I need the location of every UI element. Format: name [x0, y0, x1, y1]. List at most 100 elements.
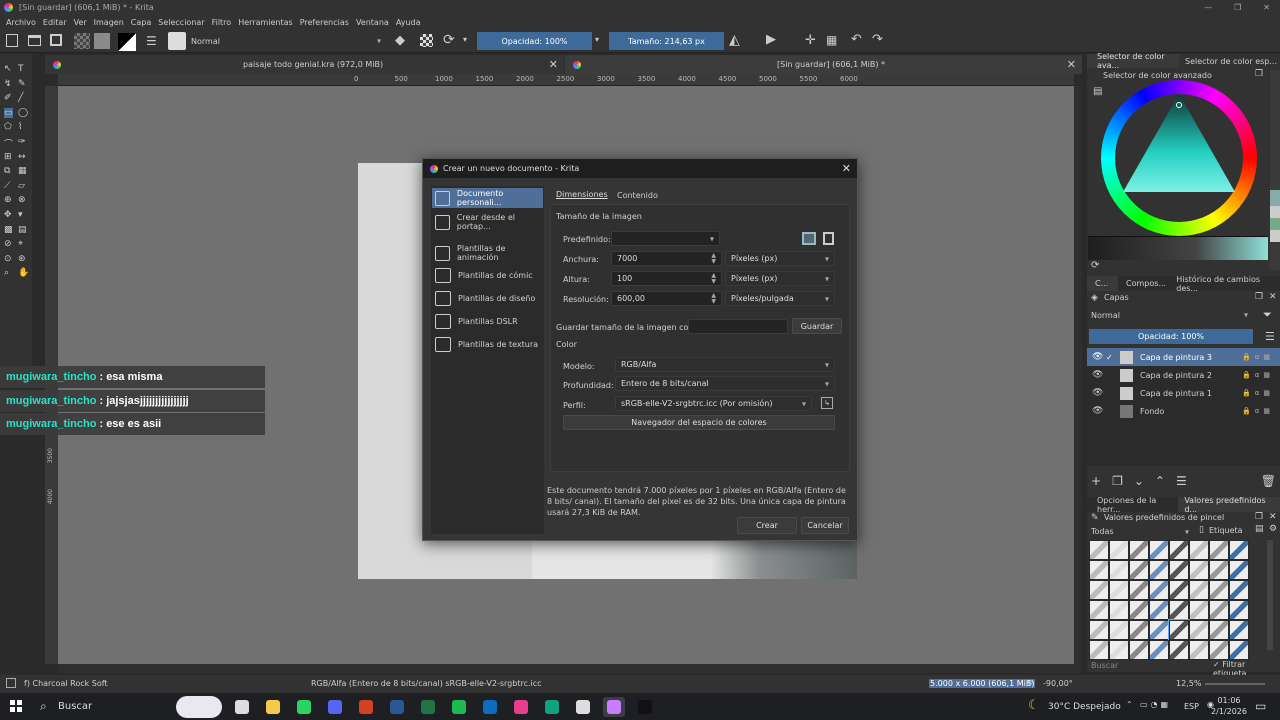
brush-preset-icon[interactable] [1129, 620, 1149, 640]
visibility-icon[interactable]: 👁 [1092, 406, 1106, 416]
undo-icon[interactable]: ↶ [851, 32, 862, 47]
sidebar-item-5[interactable]: Plantillas DSLR [432, 311, 543, 331]
layer-row[interactable]: 👁 Capa de pintura 1 🔒α▦ [1087, 384, 1280, 402]
tool-23-icon[interactable]: ▤ [18, 225, 27, 235]
brush-preset-icon[interactable] [1109, 560, 1129, 580]
dropdown-icon-2[interactable]: ▾ [595, 35, 599, 44]
redo-icon[interactable]: ↷ [872, 32, 883, 47]
tool-14-icon[interactable]: ⧉ [4, 166, 10, 176]
brush-preset-icon[interactable] [1089, 620, 1109, 640]
language-indicator[interactable]: ESP [1184, 702, 1199, 711]
pattern-icon[interactable] [74, 33, 90, 49]
visibility-icon[interactable]: 👁 [1092, 370, 1106, 380]
profile-select[interactable]: sRGB-elle-V2-srgbtrc.icc (Por omisión) [615, 396, 812, 411]
layer-lock-icon[interactable]: 🔒α▦ [1242, 389, 1274, 397]
tool-0-icon[interactable]: ↖ [4, 64, 12, 74]
brush-preset-icon[interactable] [1229, 580, 1249, 600]
menu-8[interactable]: Preferencias [300, 18, 349, 27]
visibility-icon[interactable]: 👁 [1092, 388, 1106, 398]
menu-7[interactable]: Herramientas [238, 18, 293, 27]
tool-2-icon[interactable]: ↯ [4, 79, 12, 89]
resolution-unit-select[interactable]: Píxeles/pulgada [725, 291, 835, 306]
dock-float-icon[interactable]: ❐ [1255, 69, 1263, 79]
resolution-input[interactable]: 600,00 ▲ ▼ [611, 291, 722, 306]
windows-start-icon[interactable] [10, 700, 22, 712]
brush-preset-icon[interactable] [1149, 640, 1169, 660]
clock-date[interactable]: 2/1/2026 [1208, 707, 1250, 716]
menu-6[interactable]: Filtro [212, 18, 232, 27]
sidebar-item-6[interactable]: Plantillas de textura [432, 334, 543, 354]
discord-icon[interactable] [324, 697, 346, 717]
layer-blend-select[interactable]: Normal [1089, 308, 1253, 322]
layer-opacity-slider[interactable]: Opacidad: 100% [1089, 329, 1253, 344]
brush-preset-icon[interactable] [1129, 540, 1149, 560]
tab-color-advanced[interactable]: Selector de color ava... [1087, 52, 1179, 70]
brush-preset-icon[interactable] [1189, 600, 1209, 620]
github-icon[interactable] [572, 697, 594, 717]
save-icon[interactable] [50, 34, 62, 46]
tool-12-icon[interactable]: ⊞ [4, 152, 12, 162]
menu-3[interactable]: Imagen [94, 18, 124, 27]
height-unit-select[interactable]: Píxeles (px) [725, 271, 835, 286]
brush-preset-icon[interactable] [1169, 540, 1189, 560]
blend-mode-select[interactable]: Normal [188, 34, 386, 48]
width-input[interactable]: 7000 ▲ ▼ [611, 251, 722, 266]
layer-lock-icon[interactable]: 🔒α▦ [1242, 407, 1274, 415]
brush-preset-icon[interactable] [1109, 620, 1129, 640]
spin-arrows-icon[interactable]: ▲ ▼ [711, 292, 716, 305]
close-icon[interactable]: ✕ [1263, 3, 1270, 12]
brush-preset-icon[interactable] [1129, 580, 1149, 600]
model-select[interactable]: RGB/Alfa [615, 357, 835, 372]
save-size-input[interactable] [688, 319, 788, 334]
brush-preset-icon[interactable] [1149, 540, 1169, 560]
brush-preset-icon[interactable] [1189, 540, 1209, 560]
layer-menu-icon[interactable]: ☰ [1265, 330, 1275, 343]
rotation-icon[interactable]: ⟲ [1026, 678, 1033, 687]
brush-view-icon[interactable]: ▤ [1255, 524, 1264, 534]
create-button[interactable]: Crear [737, 517, 797, 534]
tray-icons[interactable]: ▭◔▦ [1140, 700, 1171, 709]
brush-preset-icon[interactable] [1229, 540, 1249, 560]
sidebar-item-1[interactable]: Crear desde el portap... [432, 212, 543, 232]
tool-6-icon[interactable]: ▭ [4, 107, 13, 118]
menu-4[interactable]: Capa [131, 18, 151, 27]
depth-select[interactable]: Entero de 8 bits/canal [615, 376, 835, 391]
size-slider[interactable]: Tamaño: 214,63 px [609, 32, 724, 50]
brush-preset-icon[interactable] [1109, 540, 1129, 560]
brush-preset-icon[interactable] [1209, 620, 1229, 640]
cat-widget-icon[interactable] [176, 696, 222, 718]
mirror-horizontal-icon[interactable]: ◭ [729, 32, 740, 48]
weather-icon[interactable]: ☾ [1028, 698, 1040, 713]
tool-13-icon[interactable]: ↔ [18, 152, 26, 162]
brush-preset-icon[interactable] [1089, 600, 1109, 620]
canvas-scrollbar-horizontal[interactable] [58, 664, 1082, 673]
tab-paisaje[interactable]: paisaje todo genial.kra (972,0 MiB) ✕ [45, 55, 564, 74]
layer-row[interactable]: 👁 Capa de pintura 2 🔒α▦ [1087, 366, 1280, 384]
brush-preset-icon[interactable] [1169, 600, 1189, 620]
tab-c[interactable]: C... [1087, 276, 1119, 291]
mirror-vertical-icon[interactable]: ▶ [766, 32, 776, 47]
brush-preset-icon[interactable] [1149, 580, 1169, 600]
zoom-slider[interactable] [1205, 683, 1265, 685]
tool-10-icon[interactable]: ⌒ [4, 137, 13, 150]
maximize-icon[interactable]: ❐ [1234, 3, 1241, 12]
landscape-orientation-icon[interactable] [802, 232, 816, 245]
filter-icon[interactable]: ⏷ [1263, 308, 1272, 322]
excel-icon[interactable] [417, 697, 439, 717]
alpha-lock-icon[interactable] [420, 34, 433, 47]
search-icon[interactable]: ⌕ [40, 699, 47, 714]
image-viewer-icon[interactable] [510, 697, 532, 717]
status-zoom[interactable]: 12,5% [1176, 679, 1201, 688]
dock-float-icon[interactable]: ❐ [1255, 292, 1263, 302]
brush-preset-icon[interactable] [1169, 580, 1189, 600]
dock-float-icon[interactable]: ❐ [1255, 512, 1263, 522]
brush-preset-icon[interactable] [1089, 560, 1109, 580]
tool-3-icon[interactable]: ✎ [18, 79, 26, 89]
close-tab-icon[interactable]: ✕ [549, 58, 558, 71]
brush-preset-icon[interactable] [1149, 600, 1169, 620]
sidebar-item-2[interactable]: Plantillas de animación [432, 243, 543, 263]
tool-21-icon[interactable]: ▾ [18, 210, 23, 220]
menu-0[interactable]: Archivo [6, 18, 36, 27]
minimize-icon[interactable]: — [1204, 3, 1212, 12]
dropdown-icon[interactable]: ▾ [463, 35, 467, 44]
